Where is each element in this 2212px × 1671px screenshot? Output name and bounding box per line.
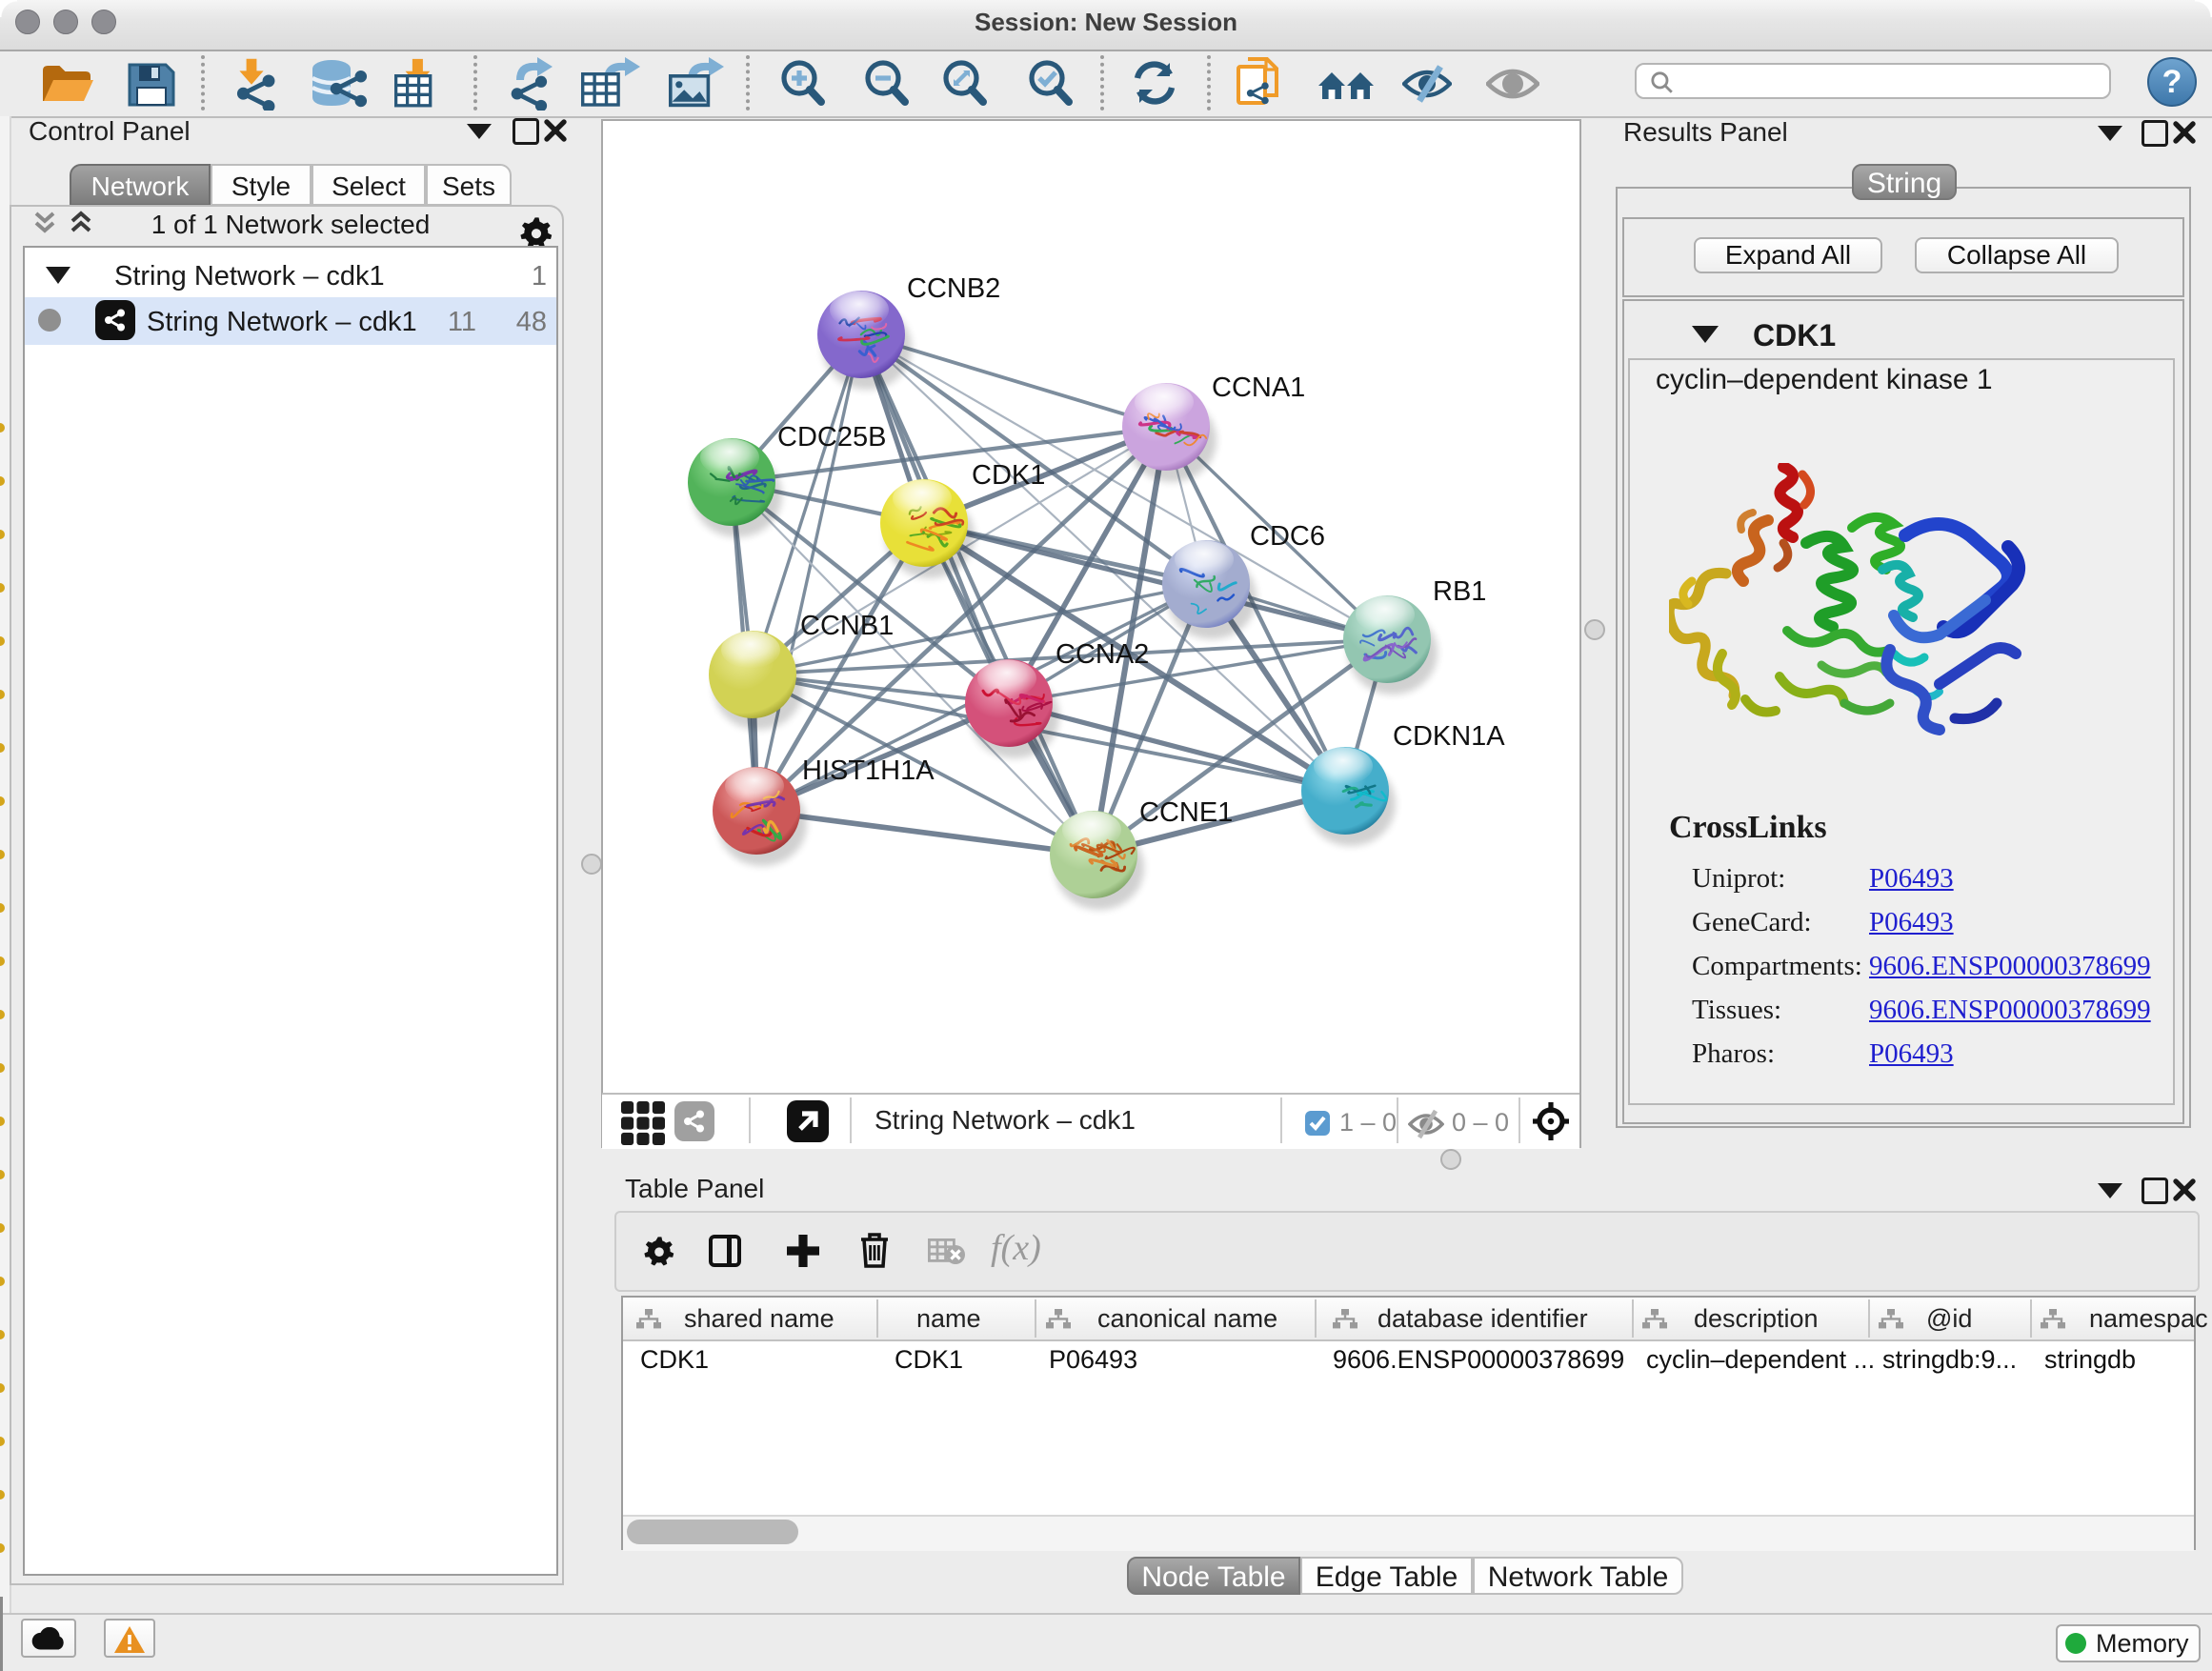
svg-text:RB1: RB1 [1433, 576, 1486, 607]
svg-text:CCNE1: CCNE1 [1139, 797, 1233, 828]
svg-text:CCNA1: CCNA1 [1212, 372, 1305, 403]
svg-text:CDKN1A: CDKN1A [1393, 721, 1505, 752]
svg-text:CCNA2: CCNA2 [1056, 639, 1149, 670]
svg-text:CDC25B: CDC25B [777, 422, 886, 453]
svg-text:CDC6: CDC6 [1250, 521, 1325, 552]
svg-text:CCNB2: CCNB2 [907, 273, 1000, 304]
svg-text:CDK1: CDK1 [972, 460, 1045, 491]
svg-text:CCNB1: CCNB1 [800, 611, 894, 641]
svg-text:HIST1H1A: HIST1H1A [802, 755, 935, 786]
